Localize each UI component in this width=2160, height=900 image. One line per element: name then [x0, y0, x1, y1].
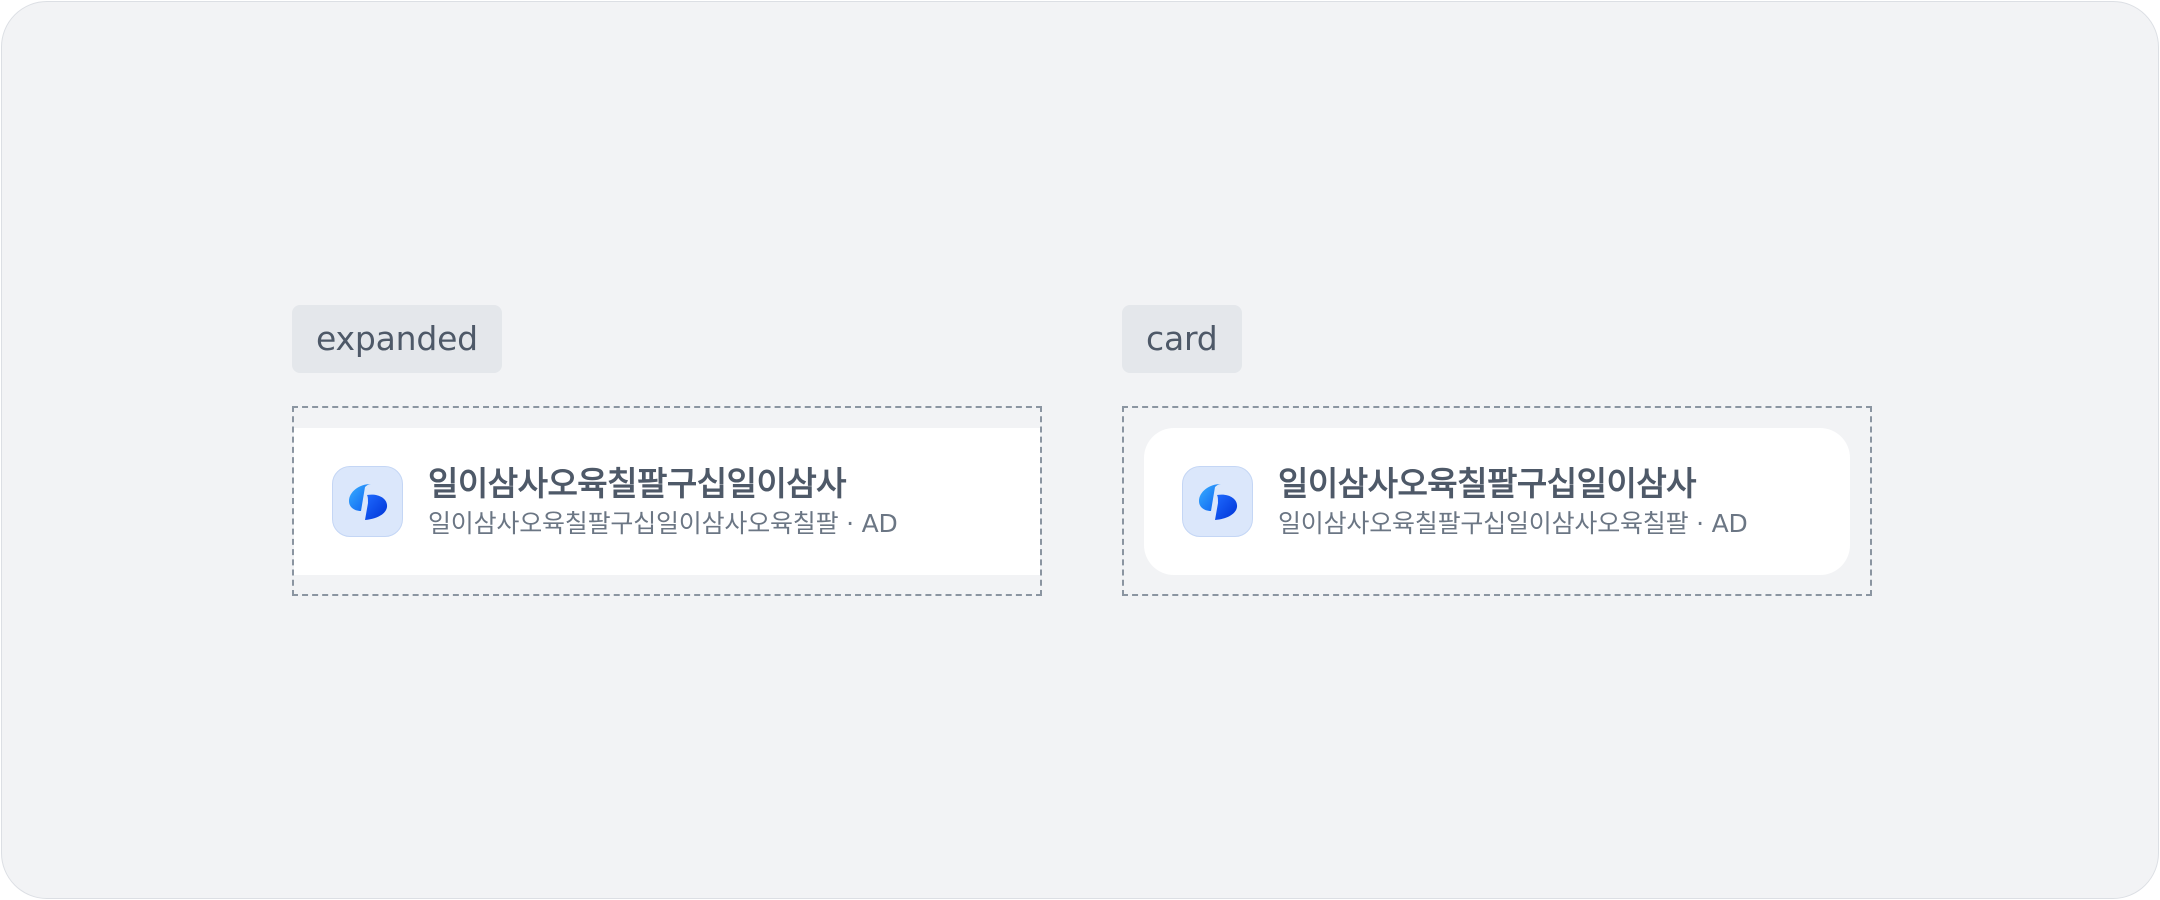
ad-title: 일이삼사오육칠팔구십일이삼사: [428, 463, 847, 503]
ad-banner[interactable]: 일이삼사오육칠팔구십일이삼사 일이삼사오육칠팔구십일이삼사오육칠팔 · AD: [294, 428, 1040, 575]
ad-subtitle: 일이삼사오육칠팔구십일이삼사오육칠팔 · AD: [1278, 508, 1748, 538]
variant-label: expanded: [292, 305, 502, 373]
toss-logo-icon: [332, 466, 403, 537]
ad-subtitle: 일이삼사오육칠팔구십일이삼사오육칠팔 · AD: [428, 508, 898, 538]
variant-label: card: [1122, 305, 1242, 373]
expanded-variant: expanded 일이삼사오육칠팔구십일이삼사 일이삼사오육칠팔구십일이삼사오육…: [292, 305, 1042, 596]
component-boundary: 일이삼사오육칠팔구십일이삼사 일이삼사오육칠팔구십일이삼사오육칠팔 · AD: [1122, 406, 1872, 596]
component-boundary: 일이삼사오육칠팔구십일이삼사 일이삼사오육칠팔구십일이삼사오육칠팔 · AD: [292, 406, 1042, 596]
ad-banner-card[interactable]: 일이삼사오육칠팔구십일이삼사 일이삼사오육칠팔구십일이삼사오육칠팔 · AD: [1144, 428, 1850, 575]
ad-title: 일이삼사오육칠팔구십일이삼사: [1278, 463, 1697, 503]
canvas-frame: expanded 일이삼사오육칠팔구십일이삼사 일이삼사오육칠팔구십일이삼사오육…: [1, 1, 2159, 899]
card-variant: card 일이삼사오육칠팔구십일이삼사 일이삼사오육칠팔구십일이삼사오육칠팔 ·…: [1122, 305, 1872, 596]
toss-logo-icon: [1182, 466, 1253, 537]
